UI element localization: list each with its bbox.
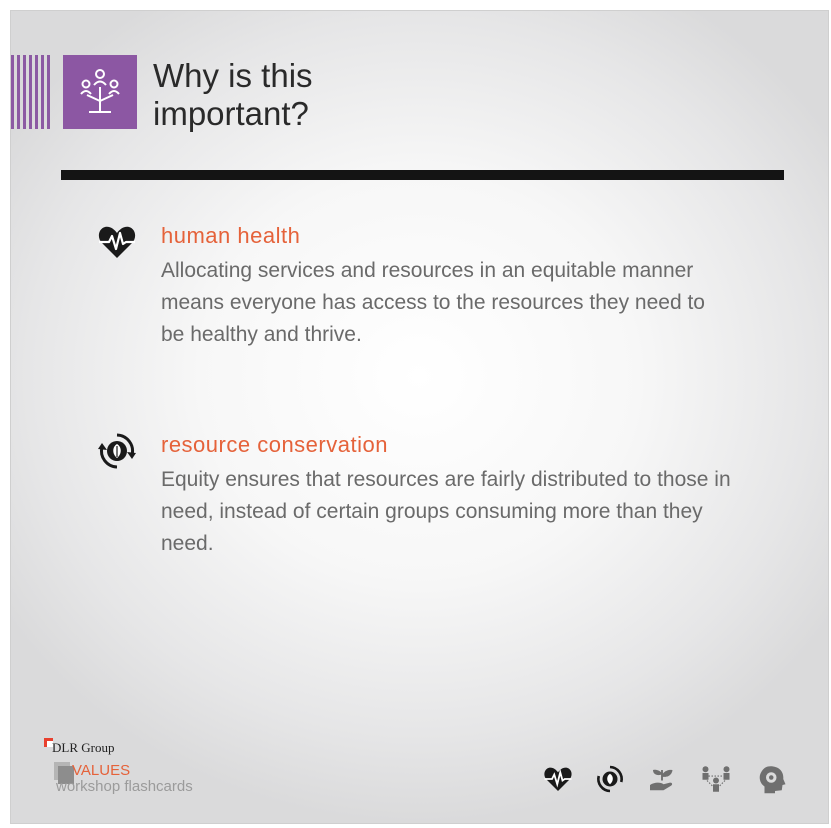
- flashcard: Why is this important? human health Allo…: [10, 10, 829, 824]
- hand-sprout-icon: [647, 764, 677, 794]
- divider: [61, 170, 784, 180]
- heart-pulse-icon: [97, 222, 137, 262]
- section-title: resource conservation: [161, 432, 388, 457]
- decorative-stripes: [11, 55, 59, 129]
- title-line-1: Why is this: [153, 57, 313, 94]
- page-title: Why is this important?: [153, 57, 453, 133]
- section-body: Equity ensures that resources are fairly…: [161, 468, 731, 555]
- title-line-2: important?: [153, 95, 309, 132]
- community-icon: [699, 764, 730, 794]
- head-gear-icon: [757, 764, 787, 794]
- values-label: VALUES: [72, 762, 131, 779]
- section-title: human health: [161, 223, 301, 248]
- section-body: Allocating services and resources in an …: [161, 259, 705, 346]
- footer-icon-row: [543, 764, 793, 798]
- workshop-label: workshop flashcards: [56, 778, 193, 795]
- recycle-leaf-icon: [97, 431, 137, 471]
- recycle-leaf-icon: [595, 764, 625, 794]
- heart-pulse-icon: [543, 764, 573, 794]
- brand-name: DLR Group: [52, 740, 115, 755]
- equity-tree-icon: [63, 55, 137, 129]
